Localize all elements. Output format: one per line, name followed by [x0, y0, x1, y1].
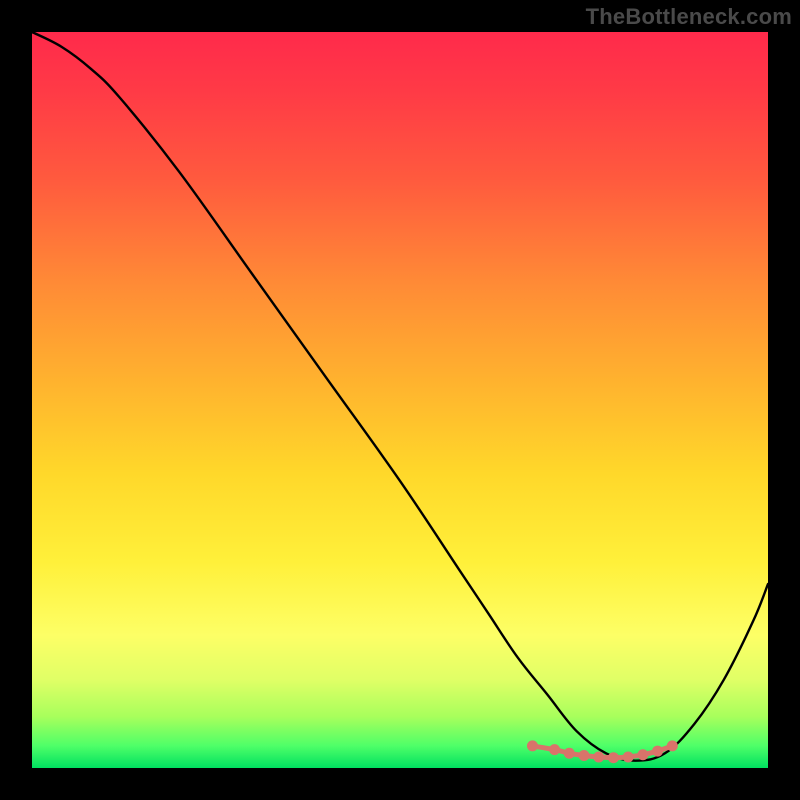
- chart-frame: TheBottleneck.com: [0, 0, 800, 800]
- optimal-zone-dot: [579, 750, 590, 761]
- optimal-zone-dot: [564, 748, 575, 759]
- optimal-zone-dot: [527, 740, 538, 751]
- optimal-zone-dot: [608, 752, 619, 763]
- watermark-text: TheBottleneck.com: [586, 4, 792, 30]
- optimal-zone-dot: [549, 744, 560, 755]
- optimal-zone-dot: [593, 751, 604, 762]
- optimal-zone-dot: [637, 749, 648, 760]
- plot-area: [32, 32, 768, 768]
- optimal-zone-dot: [652, 746, 663, 757]
- optimal-zone-dot: [623, 751, 634, 762]
- optimal-zone-dot: [667, 740, 678, 751]
- chart-svg: [32, 32, 768, 768]
- bottleneck-curve: [32, 32, 768, 761]
